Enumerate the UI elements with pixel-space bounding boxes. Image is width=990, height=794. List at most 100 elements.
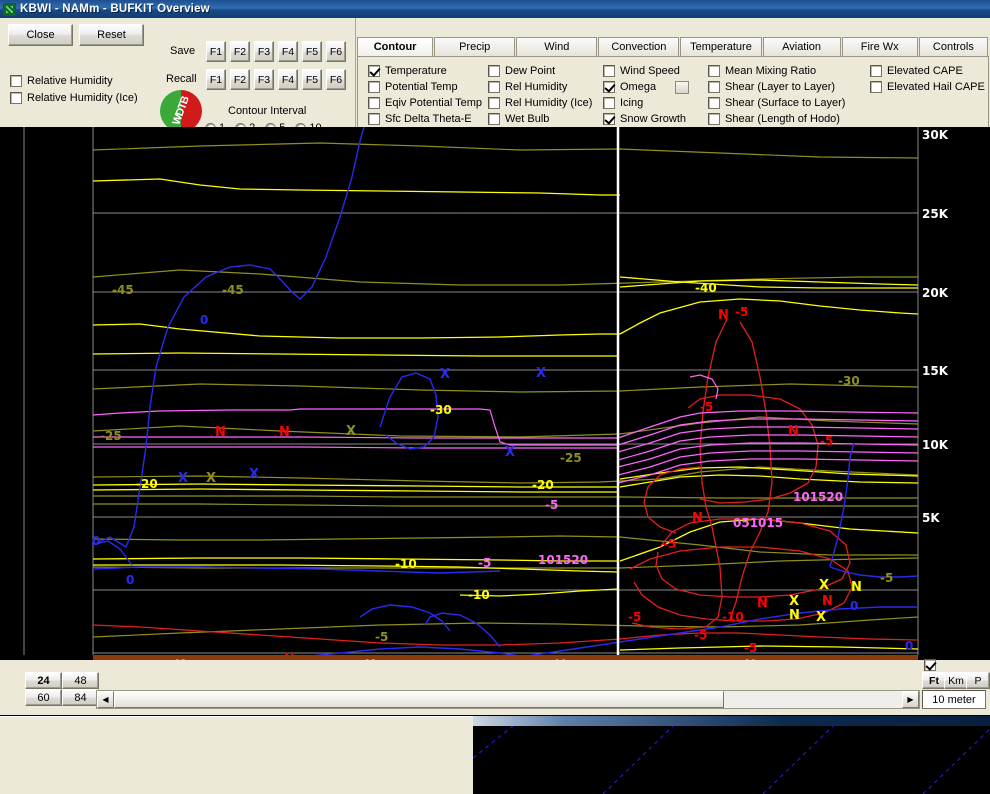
- save-f2-button[interactable]: F2: [230, 41, 250, 62]
- scroll-right-arrow-icon[interactable]: ▶: [902, 691, 919, 708]
- forecast-hours-48-button[interactable]: 48: [62, 672, 99, 689]
- contour-c4-checkbox-shear-length-of-hodo-[interactable]: [708, 113, 720, 125]
- svg-text:N: N: [279, 425, 290, 440]
- svg-text:X: X: [505, 445, 515, 460]
- recall-f3-button[interactable]: F3: [254, 69, 274, 90]
- contour-c2-checkbox-wet-bulb[interactable]: [488, 113, 500, 125]
- contour-c5-checkbox-elevated-cape[interactable]: [870, 65, 882, 77]
- contour-c4-row-1[interactable]: Shear (Layer to Layer): [708, 79, 845, 95]
- contour-c3-row-2[interactable]: Icing: [603, 95, 689, 111]
- forecast-hours-60-button[interactable]: 60: [25, 689, 62, 706]
- contour-c5-row-1[interactable]: Elevated Hail CAPE: [870, 79, 985, 95]
- save-f6-button[interactable]: F6: [326, 41, 346, 62]
- time-horizontal-scrollbar[interactable]: ◀ ▶: [96, 690, 920, 709]
- contour-c3-checkbox-wind-speed[interactable]: [603, 65, 615, 77]
- contour-c5-label-1: Elevated Hail CAPE: [887, 81, 985, 93]
- contour-interval-label: Contour Interval: [228, 105, 307, 117]
- contour-c3-checkbox-icing[interactable]: [603, 97, 615, 109]
- contour-c1-checkbox-eqiv-potential-temp[interactable]: [368, 97, 380, 109]
- tab-convection[interactable]: Convection: [598, 37, 680, 56]
- recall-f2-button[interactable]: F2: [230, 69, 250, 90]
- contour-c3-checkbox-snow-growth[interactable]: [603, 113, 615, 125]
- svg-text:-5: -5: [700, 400, 713, 414]
- contour-c4-checkbox-shear-surface-to-layer-[interactable]: [708, 97, 720, 109]
- contour-c1-row-1[interactable]: Potential Temp: [368, 79, 482, 95]
- forecast-hours-24-button[interactable]: 24: [25, 672, 62, 689]
- save-f1-button[interactable]: F1: [206, 41, 226, 62]
- tab-strip[interactable]: Contour Precip Wind Convection Temperature Av…: [357, 37, 989, 56]
- recall-f1-button[interactable]: F1: [206, 69, 226, 90]
- units-enable-checkbox[interactable]: [924, 659, 936, 671]
- forecast-hours-84-button[interactable]: 84: [62, 689, 99, 706]
- tab-fire-wx[interactable]: Fire Wx: [841, 37, 918, 56]
- y-tick-15K: 15K: [922, 364, 949, 378]
- contour-c3-row-0[interactable]: Wind Speed: [603, 63, 689, 79]
- unit-feet-button[interactable]: Ft: [922, 672, 946, 689]
- contour-c2-label-0: Dew Point: [505, 65, 556, 77]
- contour-c4-row-3[interactable]: Shear (Length of Hodo): [708, 111, 845, 127]
- contour-c2-row-2[interactable]: Rel Humidity (Ice): [488, 95, 592, 111]
- tab-temperature[interactable]: Temperature: [680, 37, 762, 56]
- contour-c5-checkbox-elevated-hail-cape[interactable]: [870, 81, 882, 93]
- save-f5-button[interactable]: F5: [302, 41, 322, 62]
- scroll-left-arrow-icon[interactable]: ◀: [97, 691, 114, 708]
- tab-precip[interactable]: Precip: [434, 37, 516, 56]
- contour-c2-checkbox-rel-humidity-ice-[interactable]: [488, 97, 500, 109]
- contour-c3-checkbox-omega[interactable]: [603, 81, 615, 93]
- background-window[interactable]: [473, 716, 990, 794]
- reset-button[interactable]: Reset: [79, 24, 144, 46]
- level-value-display[interactable]: 10 meter: [922, 690, 986, 709]
- contour-c3-row-3[interactable]: Snow Growth: [603, 111, 689, 127]
- save-f3-button[interactable]: F3: [254, 41, 274, 62]
- contour-c2-row-1[interactable]: Rel Humidity: [488, 79, 592, 95]
- contour-c4-checkbox-mean-mixing-ratio[interactable]: [708, 65, 720, 77]
- close-button[interactable]: Close: [8, 24, 73, 46]
- relative-humidity-ice-checkbox[interactable]: [10, 92, 22, 104]
- contour-c1-checkbox-temperature[interactable]: [368, 65, 380, 77]
- contour-c5-row-0[interactable]: Elevated CAPE: [870, 63, 985, 79]
- contour-c2-checkbox-dew-point[interactable]: [488, 65, 500, 77]
- units-enable-checkbox-row[interactable]: [924, 659, 936, 671]
- svg-text:-25: -25: [560, 451, 582, 465]
- contour-c1-row-2[interactable]: Eqiv Potential Temp: [368, 95, 482, 111]
- contour-c1-checkbox-potential-temp[interactable]: [368, 81, 380, 93]
- tab-wind[interactable]: Wind: [516, 37, 598, 56]
- scrollbar-track[interactable]: [724, 691, 902, 708]
- tab-contour[interactable]: Contour: [357, 37, 434, 56]
- save-f4-button[interactable]: F4: [278, 41, 298, 62]
- unit-km-button[interactable]: Km: [944, 672, 968, 689]
- recall-f6-button[interactable]: F6: [326, 69, 346, 90]
- contour-c4-checkbox-shear-layer-to-layer-[interactable]: [708, 81, 720, 93]
- contour-c4-row-0[interactable]: Mean Mixing Ratio: [708, 63, 845, 79]
- contour-c2-row-0[interactable]: Dew Point: [488, 63, 592, 79]
- contour-c4-row-2[interactable]: Shear (Surface to Layer): [708, 95, 845, 111]
- time-height-cross-section-chart[interactable]: -45 -45 -40 -25 -25 -30 -30 -20 -20 -10 …: [0, 127, 990, 655]
- scrollbar-thumb[interactable]: [114, 691, 724, 708]
- svg-text:X: X: [536, 366, 546, 381]
- contour-c3-row-1[interactable]: Omega: [603, 79, 690, 95]
- contour-c2-checkbox-rel-humidity[interactable]: [488, 81, 500, 93]
- bufkit-app-icon: [3, 2, 16, 16]
- recall-f5-button[interactable]: F5: [302, 69, 322, 90]
- unit-pressure-button[interactable]: P: [966, 672, 990, 689]
- contour-c1-row-0[interactable]: Temperature: [368, 63, 482, 79]
- contour-c2-row-3[interactable]: Wet Bulb: [488, 111, 592, 127]
- omega-color-swatch[interactable]: [675, 80, 690, 94]
- contour-c1-row-3[interactable]: Sfc Delta Theta-E: [368, 111, 482, 127]
- checkbox-relative-humidity[interactable]: Relative Humidity: [10, 75, 113, 87]
- svg-text:N: N: [788, 424, 799, 439]
- svg-text:-5: -5: [744, 641, 757, 655]
- contour-c5-label-0: Elevated CAPE: [887, 65, 963, 77]
- relative-humidity-checkbox[interactable]: [10, 75, 22, 87]
- recall-f4-button[interactable]: F4: [278, 69, 298, 90]
- svg-text:-10: -10: [468, 588, 490, 602]
- checkbox-relative-humidity-ice[interactable]: Relative Humidity (Ice): [10, 92, 138, 104]
- contour-c2-label-1: Rel Humidity: [505, 81, 568, 93]
- contour-c1-checkbox-sfc-delta-theta-e[interactable]: [368, 113, 380, 125]
- tab-controls[interactable]: Controls: [918, 37, 988, 56]
- svg-text:X: X: [346, 424, 356, 439]
- y-tick-5K: 5K: [922, 511, 940, 525]
- tab-aviation[interactable]: Aviation: [762, 37, 841, 56]
- contour-c1-label-0: Temperature: [385, 65, 447, 77]
- background-window-content: [473, 726, 990, 794]
